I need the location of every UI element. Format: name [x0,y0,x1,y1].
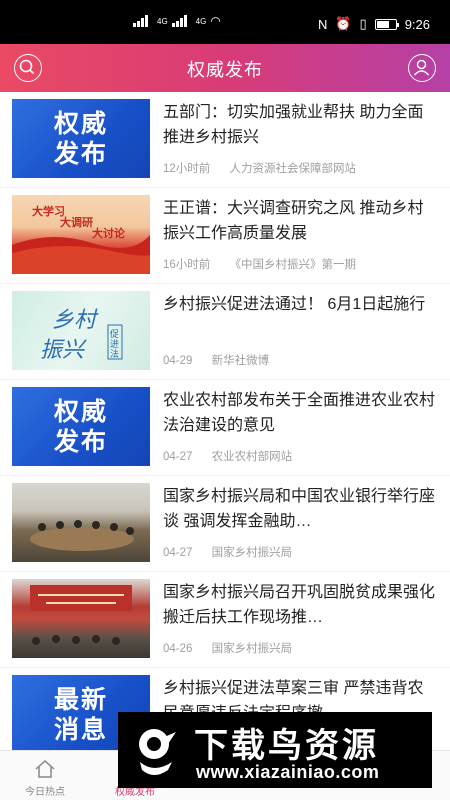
home-icon [35,759,55,778]
bird-logo-icon [139,729,176,775]
signal-indicators: 4G 4G ◠ [133,14,221,28]
news-time: 04-26 [163,643,193,655]
page-title: 权威发布 [187,60,263,80]
news-time: 04-29 [163,355,193,367]
thumbnail-caption: 最新 消息 [53,684,108,744]
news-title[interactable]: 王正谱：大兴调查研究之风 推动乡村振兴工作高质量发展 [163,196,436,246]
news-thumbnail: 乡村 振兴 促 进 法 [12,291,150,370]
vibrate-icon: ▯ [359,16,367,31]
news-title[interactable]: 乡村振兴促进法通过！ 6月1日起施行 [163,292,436,342]
news-source: 《中国乡村振兴》第一期 [229,259,357,271]
news-source: 新华社微博 [211,355,270,367]
news-thumbnail: 权威 发布 [12,99,150,178]
thumbnail-caption: 权威 发布 [53,396,108,456]
list-item[interactable]: 国家乡村振兴局和中国农业银行举行座谈 强调发挥金融助… 04-27 国家乡村振兴… [0,476,450,572]
user-icon[interactable] [408,54,436,82]
nav-label: 今日热点 [25,787,65,798]
news-time: 04-27 [163,451,193,463]
svg-text:促: 促 [110,328,119,340]
news-thumbnail [12,579,150,658]
list-item[interactable]: 权威 发布 五部门：切实加强就业帮扶 助力全面推进乡村振兴 12小时前 人力资源… [0,92,450,188]
nfc-icon: N [317,16,328,32]
news-source: 农业农村部网站 [211,451,293,463]
news-title[interactable]: 农业农村部发布关于全面推进农业农村法治建设的意见 [163,388,436,438]
news-meta: 12小时前 人力资源社会保障部网站 [163,160,356,176]
svg-text:乡村: 乡村 [52,308,99,333]
watermark-banner: 下载鸟资源 www.xiazainiao.com [118,712,432,788]
wifi-icon: ◠ [210,14,221,28]
news-title[interactable]: 五部门：切实加强就业帮扶 助力全面推进乡村振兴 [163,100,436,150]
news-time: 12小时前 [163,163,211,175]
network-type-2: 4G [195,16,207,26]
svg-text:进: 进 [110,339,119,350]
thumbnail-caption: 权威 发布 [53,108,108,168]
news-meta: 04-26 国家乡村振兴局 [163,640,292,656]
watermark-url: www.xiazainiao.com [196,762,380,782]
news-thumbnail [12,483,150,562]
signal-2-icon [171,15,192,27]
news-thumbnail: 权威 发布 [12,387,150,466]
svg-text:法: 法 [110,348,119,360]
svg-text:大讨论: 大讨论 [92,226,126,240]
news-time: 16小时前 [163,259,211,271]
news-meta: 04-29 新华社微博 [163,352,269,368]
svg-text:振兴: 振兴 [40,338,87,363]
svg-text:大调研: 大调研 [60,215,93,229]
status-bar: 4G 4G ◠ N ⏰ ▯ 9:26 [0,0,450,44]
news-meta: 04-27 国家乡村振兴局 [163,544,292,560]
list-item[interactable]: 大学习 大调研 大讨论 王正谱：大兴调查研究之风 推动乡村振兴工作高质量发展 1… [0,188,450,284]
watermark-brand: 下载鸟资源 [194,726,379,766]
clock: 9:26 [404,16,430,32]
news-thumbnail: 大学习 大调研 大讨论 [12,195,150,274]
news-source: 国家乡村振兴局 [211,643,293,655]
alarm-icon: ⏰ [335,16,352,31]
news-meta: 04-27 农业农村部网站 [163,448,292,464]
list-item[interactable]: 乡村 振兴 促 进 法 乡村振兴促进法通过！ 6月1日起施行 04-29 新华社… [0,284,450,380]
news-title[interactable]: 国家乡村振兴局召开巩固脱贫成果强化搬迁后扶工作现场推… [163,580,436,630]
battery-icon [374,18,399,30]
status-right: N ⏰ ▯ 9:26 [318,16,430,32]
news-list: 权威 发布 五部门：切实加强就业帮扶 助力全面推进乡村振兴 12小时前 人力资源… [0,92,450,764]
signal-1-icon [133,15,153,27]
news-title[interactable]: 国家乡村振兴局和中国农业银行举行座谈 强调发挥金融助… [163,484,436,534]
news-time: 04-27 [163,547,193,559]
nav-item-hot[interactable]: 今日热点 [0,751,90,800]
list-item[interactable]: 国家乡村振兴局召开巩固脱贫成果强化搬迁后扶工作现场推… 04-26 国家乡村振兴… [0,572,450,668]
network-type-1: 4G [157,16,168,26]
list-item[interactable]: 权威 发布 农业农村部发布关于全面推进农业农村法治建设的意见 04-27 农业农… [0,380,450,476]
news-source: 国家乡村振兴局 [211,547,293,559]
app-header: 权威发布 [0,44,450,92]
news-source: 人力资源社会保障部网站 [229,163,357,175]
news-meta: 16小时前 《中国乡村振兴》第一期 [163,256,356,272]
